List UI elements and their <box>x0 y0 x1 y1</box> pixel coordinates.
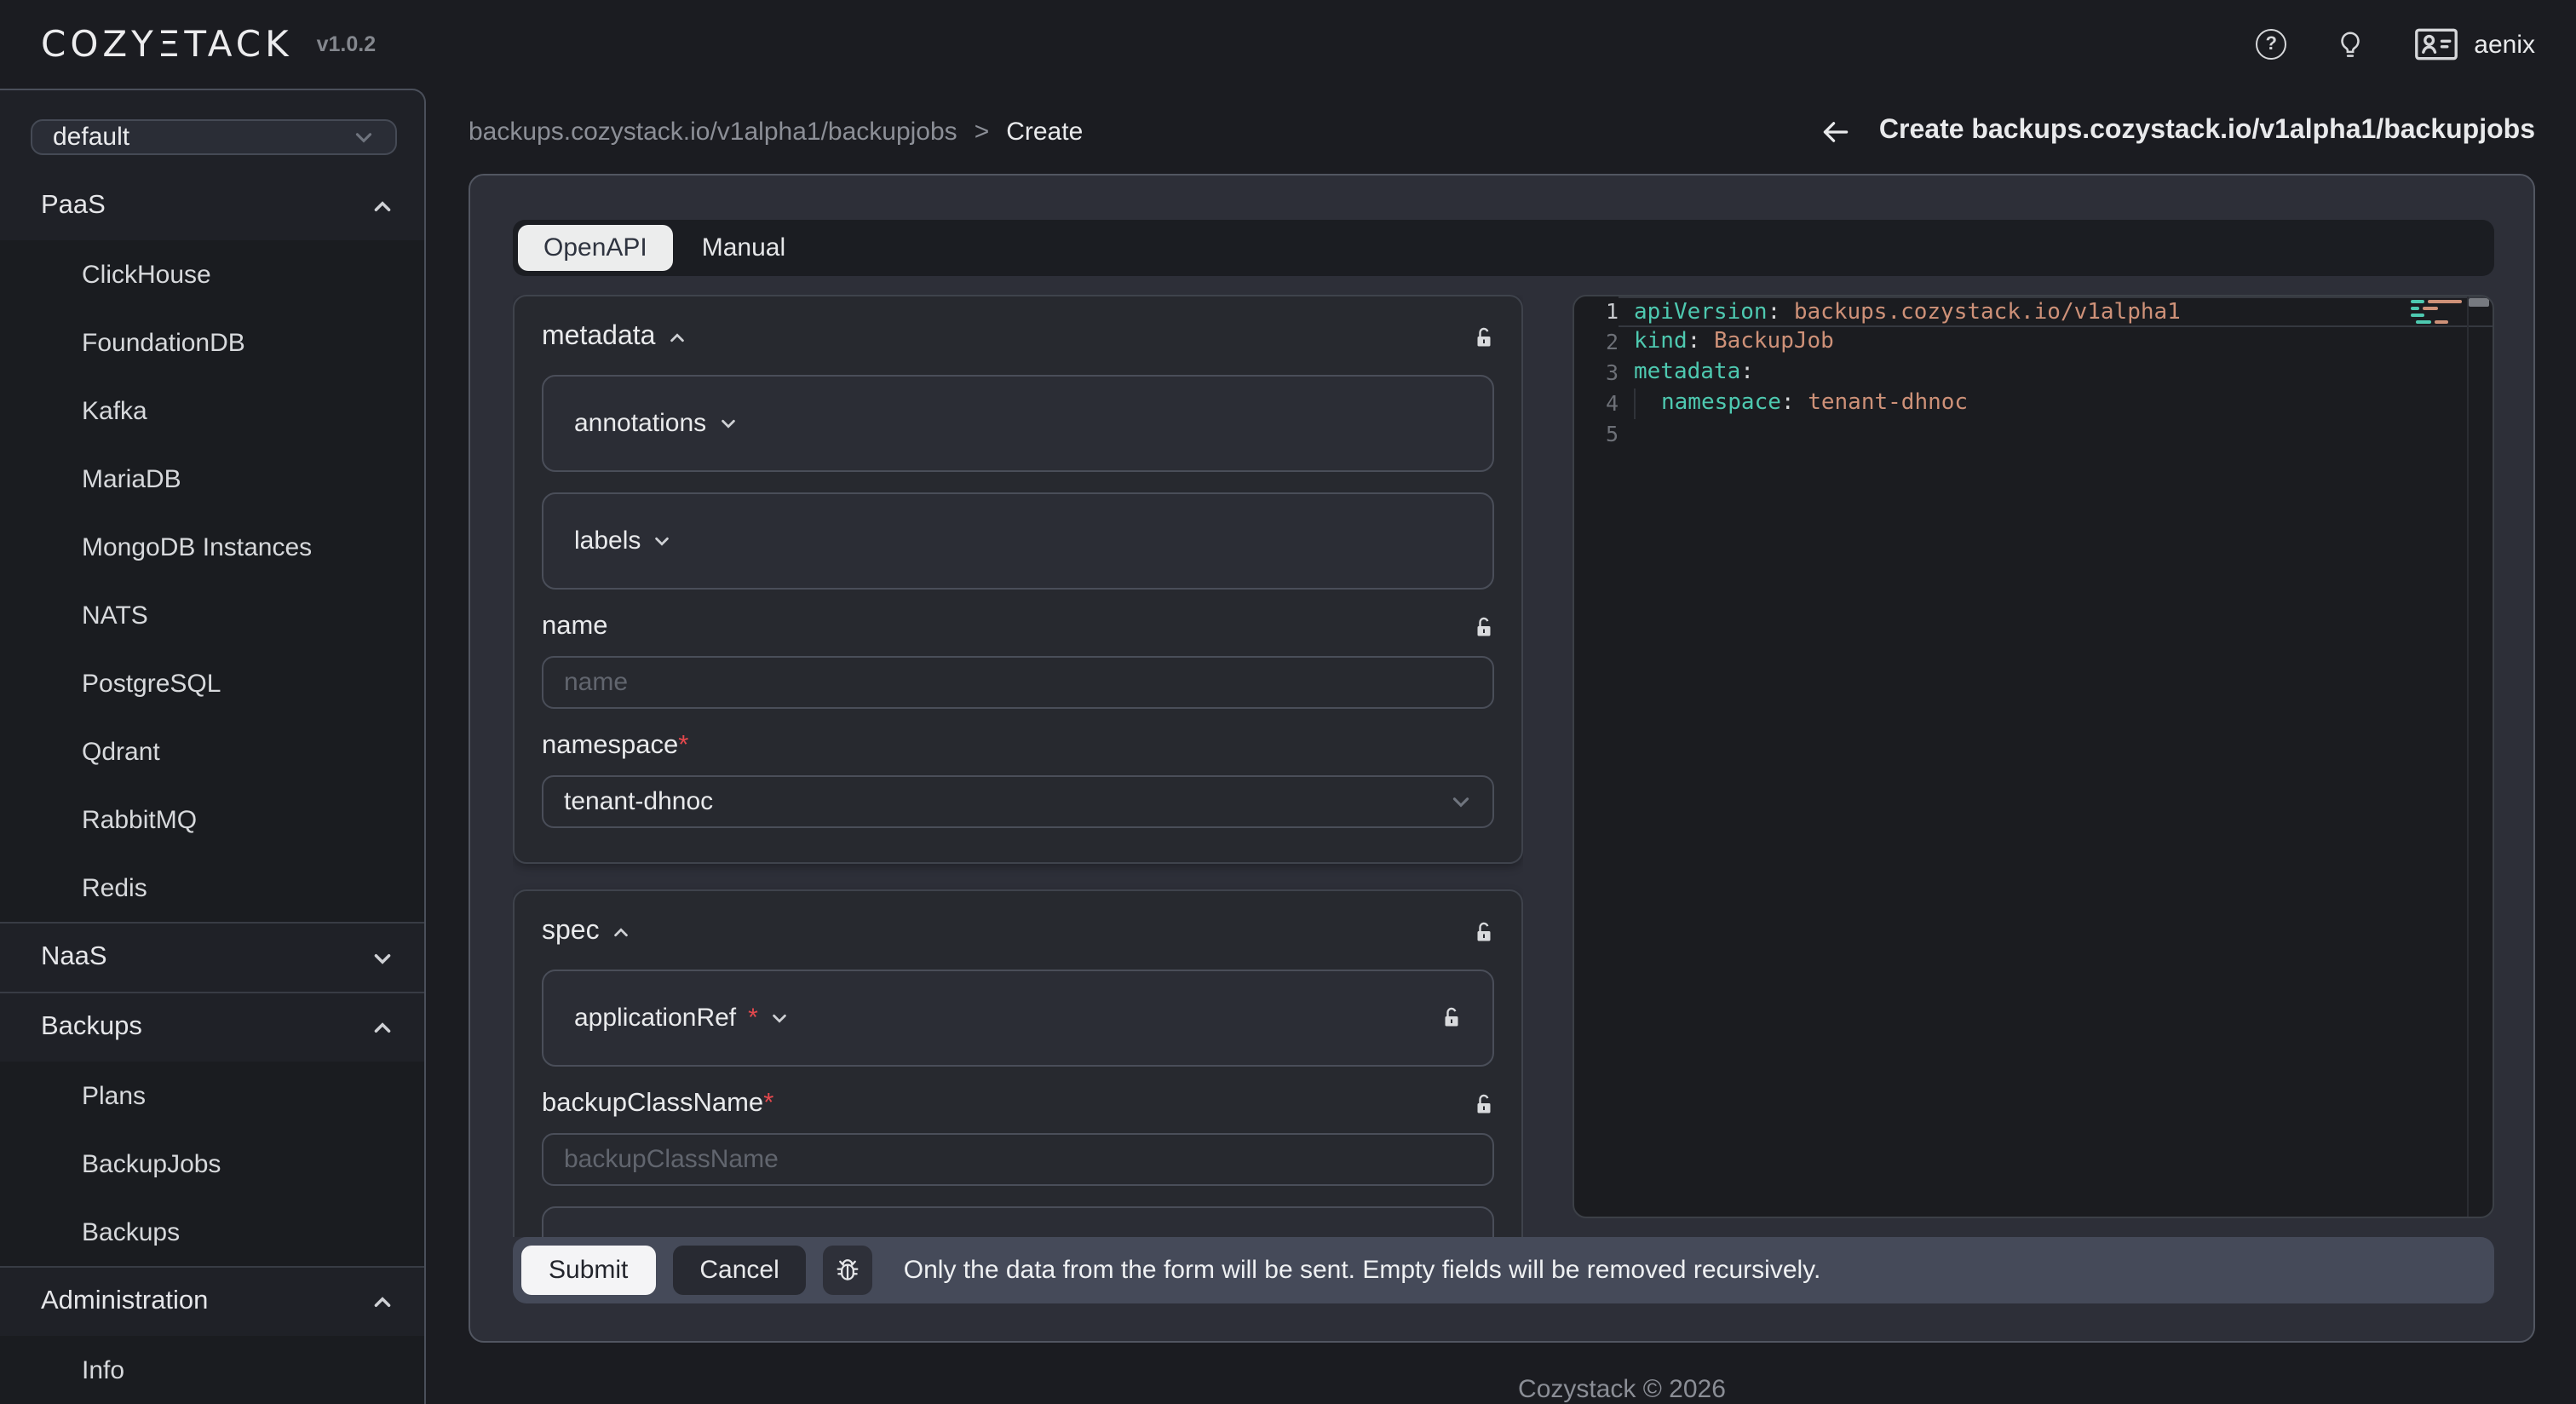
sidebar-group-backups[interactable]: Backups <box>0 993 424 1062</box>
unlock-icon[interactable] <box>1474 1093 1494 1115</box>
chevron-down-icon <box>718 414 737 433</box>
spec-toggle[interactable]: spec <box>542 917 630 947</box>
editor-scrollbar[interactable] <box>2469 298 2489 307</box>
sidebar-item-plans[interactable]: Plans <box>0 1062 424 1130</box>
metadata-toggle[interactable]: metadata <box>542 322 686 353</box>
id-card-icon <box>2414 27 2458 61</box>
sidebar-group-naas[interactable]: NaaS <box>0 924 424 992</box>
name-field-label: name <box>542 610 1494 644</box>
submit-button[interactable]: Submit <box>521 1246 655 1295</box>
sidebar-item-postgresql[interactable]: PostgreSQL <box>0 649 424 717</box>
backup-class-field-label: backupClassName* <box>542 1087 1494 1121</box>
app-window: COZYΞTACK v1.0.2 ? <box>0 0 2576 1404</box>
page-title: Create backups.cozystack.io/v1alpha1/bac… <box>1879 116 2535 147</box>
editor-line: 4 namespace: tenant-dhnoc <box>1574 388 2493 419</box>
sidebar-item-foundationdb[interactable]: FoundationDB <box>0 308 424 377</box>
chevron-down-icon <box>770 1009 789 1027</box>
backup-class-input[interactable] <box>542 1133 1494 1186</box>
sidebar-submenu-paas: ClickHouse FoundationDB Kafka MariaDB Mo… <box>0 240 424 922</box>
name-input[interactable] <box>542 656 1494 709</box>
chevron-down-icon <box>353 126 375 148</box>
breadcrumb-row: backups.cozystack.io/v1alpha1/backupjobs… <box>469 89 2535 174</box>
help-icon[interactable]: ? <box>2256 29 2286 60</box>
form-note: Only the data from the form will be sent… <box>904 1256 1821 1285</box>
namespace-select[interactable]: tenant-dhnoc <box>542 775 1494 828</box>
sidebar-item-qdrant[interactable]: Qdrant <box>0 717 424 785</box>
chevron-up-icon <box>667 328 686 347</box>
namespace-field-label: namespace* <box>542 729 1494 763</box>
unlock-icon[interactable] <box>1474 326 1494 348</box>
yaml-editor[interactable]: 1 apiVersion: backups.cozystack.io/v1alp… <box>1573 295 2494 1218</box>
project-select[interactable]: default <box>31 119 397 155</box>
labels-collapsible[interactable]: labels <box>542 492 1494 590</box>
breadcrumb-separator: > <box>975 117 990 146</box>
editor-line: 2 kind: BackupJob <box>1574 327 2493 358</box>
back-arrow-icon[interactable] <box>1820 115 1852 147</box>
topbar-actions: ? aenix <box>2256 27 2535 61</box>
unlock-icon[interactable] <box>1474 921 1494 943</box>
username-label: aenix <box>2474 30 2535 59</box>
sidebar-item-redis[interactable]: Redis <box>0 854 424 922</box>
editor-line: 1 apiVersion: backups.cozystack.io/v1alp… <box>1574 296 2493 327</box>
editor-line: 3 metadata: <box>1574 358 2493 388</box>
actions-bar: Submit Cancel Only the data from the for… <box>513 1237 2494 1303</box>
application-ref-collapsible[interactable]: applicationRef* <box>542 970 1494 1067</box>
sidebar-item-kafka[interactable]: Kafka <box>0 377 424 445</box>
chevron-up-icon <box>371 195 394 217</box>
editor-minimap <box>2411 300 2467 327</box>
unlock-icon[interactable] <box>1474 616 1494 638</box>
sidebar-item-backups[interactable]: Backups <box>0 1198 424 1266</box>
tab-openapi[interactable]: OpenAPI <box>518 225 673 271</box>
sidebar-group-paas[interactable]: PaaS <box>0 172 424 240</box>
chevron-up-icon <box>612 923 630 941</box>
plan-ref-collapsible[interactable]: planRef <box>542 1206 1494 1237</box>
sidebar-item-rabbitmq[interactable]: RabbitMQ <box>0 785 424 854</box>
spec-header: spec <box>542 915 1494 949</box>
version-label: v1.0.2 <box>317 32 377 56</box>
namespace-select-value: tenant-dhnoc <box>564 787 713 816</box>
indent-guide <box>1634 388 1636 419</box>
breadcrumb-link[interactable]: backups.cozystack.io/v1alpha1/backupjobs <box>469 117 957 146</box>
create-form-panel: OpenAPI Manual metadata <box>469 174 2535 1343</box>
sidebar-submenu-administration: Info <box>0 1336 424 1404</box>
sidebar-submenu-backups: Plans BackupJobs Backups <box>0 1062 424 1266</box>
minimap-divider <box>2467 296 2469 1218</box>
sidebar-item-mariadb[interactable]: MariaDB <box>0 445 424 513</box>
sidebar-item-mongodb-instances[interactable]: MongoDB Instances <box>0 513 424 581</box>
sidebar-item-clickhouse[interactable]: ClickHouse <box>0 240 424 308</box>
tab-manual[interactable]: Manual <box>676 225 811 271</box>
spec-section: spec applicatio <box>513 889 1523 1237</box>
metadata-header: metadata <box>542 320 1494 354</box>
lightbulb-icon[interactable] <box>2334 28 2366 60</box>
chevron-up-icon <box>371 1016 394 1039</box>
sidebar-group-administration[interactable]: Administration <box>0 1268 424 1336</box>
form-mode-tabbar: OpenAPI Manual <box>513 220 2494 276</box>
cozystack-logo[interactable]: COZYΞTACK <box>41 24 293 65</box>
sidebar-item-backupjobs[interactable]: BackupJobs <box>0 1130 424 1198</box>
chevron-down-icon <box>1450 791 1472 813</box>
chevron-down-icon <box>653 532 671 550</box>
top-bar: COZYΞTACK v1.0.2 ? <box>0 0 2576 89</box>
metadata-section: metadata annota <box>513 295 1523 864</box>
chevron-up-icon <box>371 1291 394 1313</box>
bug-icon <box>834 1256 863 1285</box>
sidebar-item-info[interactable]: Info <box>0 1336 424 1404</box>
sidebar-item-nats[interactable]: NATS <box>0 581 424 649</box>
form-column: metadata annota <box>513 295 1523 1237</box>
footer-copyright: Cozystack © 2026 <box>426 1375 2576 1404</box>
page-title-wrap: Create backups.cozystack.io/v1alpha1/bac… <box>1820 115 2535 147</box>
user-menu[interactable]: aenix <box>2414 27 2535 61</box>
debug-button[interactable] <box>824 1246 873 1295</box>
main-content: backups.cozystack.io/v1alpha1/backupjobs… <box>426 89 2576 1404</box>
annotations-collapsible[interactable]: annotations <box>542 375 1494 472</box>
editor-line: 5 <box>1574 419 2493 450</box>
cancel-button[interactable]: Cancel <box>672 1246 806 1295</box>
unlock-icon[interactable] <box>1441 1007 1462 1029</box>
chevron-down-icon <box>371 947 394 969</box>
sidebar: default PaaS ClickHouse FoundationDB Kaf… <box>0 89 426 1404</box>
project-select-value: default <box>53 123 129 152</box>
breadcrumb-current: Create <box>1006 117 1083 146</box>
